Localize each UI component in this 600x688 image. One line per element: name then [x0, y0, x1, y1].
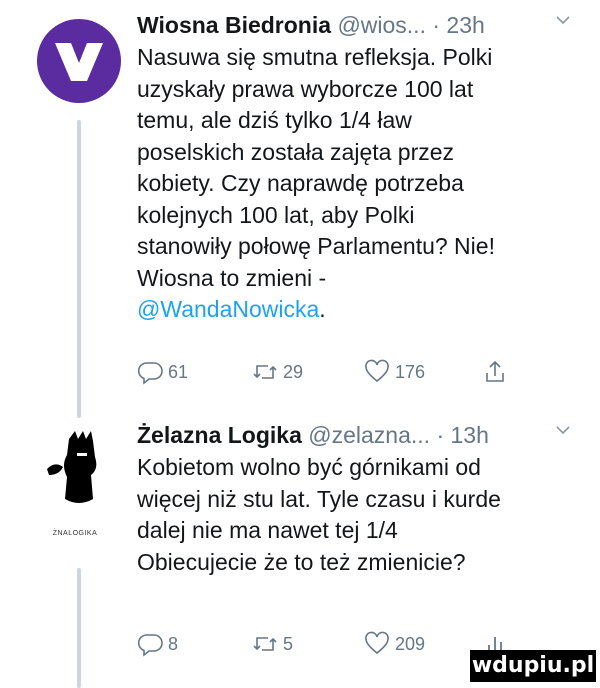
avatar-caption: ŻNALOGIKA — [52, 530, 98, 537]
share-button[interactable] — [482, 354, 513, 390]
tweet-text: Nasuwa się smutna refleksja. Polki uzysk… — [137, 42, 587, 326]
reply-button[interactable]: 8 — [137, 626, 178, 662]
chevron-down-icon[interactable] — [553, 420, 573, 440]
avatar[interactable] — [37, 429, 121, 513]
retweet-icon — [253, 637, 277, 651]
mention-link[interactable]: @WandaNowicka — [137, 296, 319, 322]
tweet-header: Żelazna Logika @zelazna... · 13h — [137, 420, 489, 450]
retweet-button[interactable]: 29 — [252, 354, 303, 390]
tweet-text-end: . — [319, 296, 326, 322]
reply-count: 8 — [168, 633, 179, 654]
like-count: 209 — [395, 633, 426, 654]
author-name[interactable]: Wiosna Biedronia — [137, 12, 331, 38]
tweet-text-body: Nasuwa się smutna refleksja. Polki uzysk… — [137, 44, 495, 291]
thread-line — [77, 120, 81, 418]
thread-line — [77, 568, 81, 688]
retweet-count: 29 — [283, 361, 304, 382]
author-handle[interactable]: @zelazna... — [308, 422, 430, 448]
separator: · — [436, 422, 445, 448]
tweet-text: Kobietom wolno być górnikami od więcej n… — [137, 454, 501, 575]
heart-icon — [365, 631, 389, 655]
reply-icon — [137, 362, 163, 385]
like-button[interactable]: 209 — [364, 626, 425, 662]
silhouette-logo-icon — [47, 431, 97, 503]
chevron-down-icon[interactable] — [553, 10, 573, 30]
heart-icon — [365, 359, 389, 383]
like-button[interactable]: 176 — [364, 354, 425, 390]
retweet-button[interactable]: 5 — [252, 626, 293, 662]
avatar[interactable] — [37, 19, 121, 103]
reply-icon — [137, 634, 163, 657]
retweet-count: 5 — [283, 633, 294, 654]
tweet-header: Wiosna Biedronia @wios... · 23h — [137, 10, 485, 40]
author-handle[interactable]: @wios... — [337, 12, 426, 38]
like-count: 176 — [395, 361, 426, 382]
wiosna-logo-icon — [55, 43, 103, 81]
share-icon — [486, 360, 504, 382]
watermark: wdupiu.pl — [470, 650, 596, 682]
timestamp[interactable]: 23h — [446, 12, 484, 38]
timestamp[interactable]: 13h — [451, 422, 489, 448]
reply-button[interactable]: 61 — [137, 354, 188, 390]
tweet-actions: 61 29 176 — [137, 354, 597, 390]
reply-count: 61 — [168, 361, 189, 382]
author-name[interactable]: Żelazna Logika — [137, 422, 302, 448]
separator: · — [432, 12, 441, 38]
retweet-icon — [253, 365, 277, 379]
